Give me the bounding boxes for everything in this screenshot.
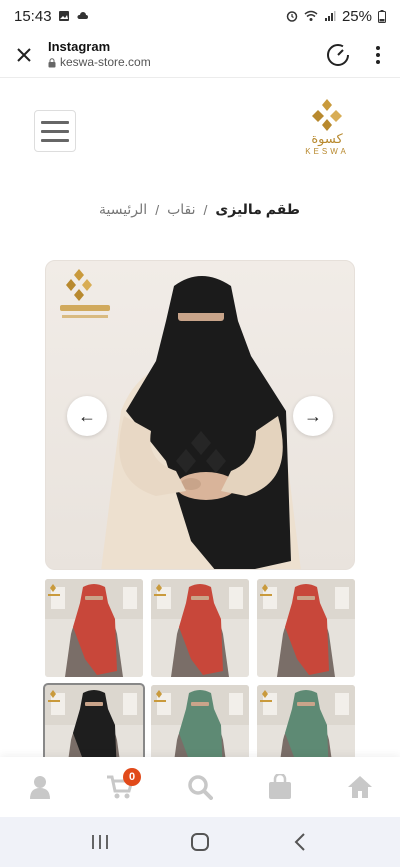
lock-icon [48,57,56,68]
breadcrumb-separator: / [203,201,208,218]
bottom-navigation: 0 [0,757,400,817]
image-notification-icon [58,11,69,21]
status-bar: 15:43 25% [0,0,400,32]
hamburger-menu-button[interactable] [34,110,76,152]
in-app-browser-bar: Instagram keswa-store.com [0,32,400,78]
back-chevron-icon [294,833,305,851]
cloud-notification-icon [76,12,88,19]
wifi-icon [304,10,318,21]
keswa-logo[interactable]: كسوة KESWA [292,96,362,166]
search-icon [188,775,213,800]
arrow-left-icon: ← [78,405,96,426]
arrow-right-icon: → [304,405,322,426]
signal-icon [324,11,336,21]
recent-apps-button[interactable] [80,822,120,862]
logo-latin-text: KESWA [305,147,349,156]
site-header: كسوة KESWA [0,90,400,180]
cart-nav-button[interactable]: 0 [95,762,145,812]
browser-url[interactable]: keswa-store.com [48,55,151,70]
browser-app-title: Instagram [48,38,111,54]
product-thumbnail[interactable] [257,579,355,677]
battery-icon [378,9,386,23]
thumbnail-grid [43,579,355,785]
breadcrumb-current: طقم ماليزى [215,201,300,217]
search-nav-button[interactable] [175,762,225,812]
next-image-button[interactable]: → [293,396,333,436]
home-nav-button[interactable] [335,762,385,812]
home-circle-icon [191,833,209,851]
home-button[interactable] [180,822,220,862]
shopping-bag-icon [269,774,291,799]
url-text: keswa-store.com [60,55,151,70]
thumbnail-photo [257,579,355,677]
speed-dial-icon[interactable] [326,43,350,67]
breadcrumb-category[interactable]: نقاب [167,201,195,218]
previous-image-button[interactable]: ← [67,396,107,436]
close-browser-button[interactable] [0,32,48,78]
product-main-image[interactable]: ← → [45,260,355,570]
breadcrumb-separator: / [155,201,160,218]
breadcrumb-home[interactable]: الرئيسية [99,201,147,218]
breadcrumb: الرئيسية / نقاب / طقم ماليزى [99,201,300,218]
home-icon [348,776,372,798]
image-watermark-logo [60,269,110,318]
battery-percent: 25% [341,7,372,25]
product-thumbnail[interactable] [45,579,143,677]
thumbnail-photo [151,579,249,677]
user-icon [30,776,50,799]
back-button[interactable] [280,822,320,862]
thumbnail-photo [45,579,143,677]
alarm-icon [286,11,298,22]
product-thumbnail[interactable] [151,579,249,677]
close-icon [17,47,31,62]
account-nav-button[interactable] [15,762,65,812]
logo-arabic-text: كسوة [311,132,343,147]
more-options-icon[interactable] [376,45,380,64]
recent-apps-icon [92,835,108,849]
cart-count-badge: 0 [123,768,141,786]
status-time: 15:43 [14,7,52,25]
shop-nav-button[interactable] [255,762,305,812]
logo-mark-icon [312,99,342,131]
android-navigation-bar [0,817,400,867]
